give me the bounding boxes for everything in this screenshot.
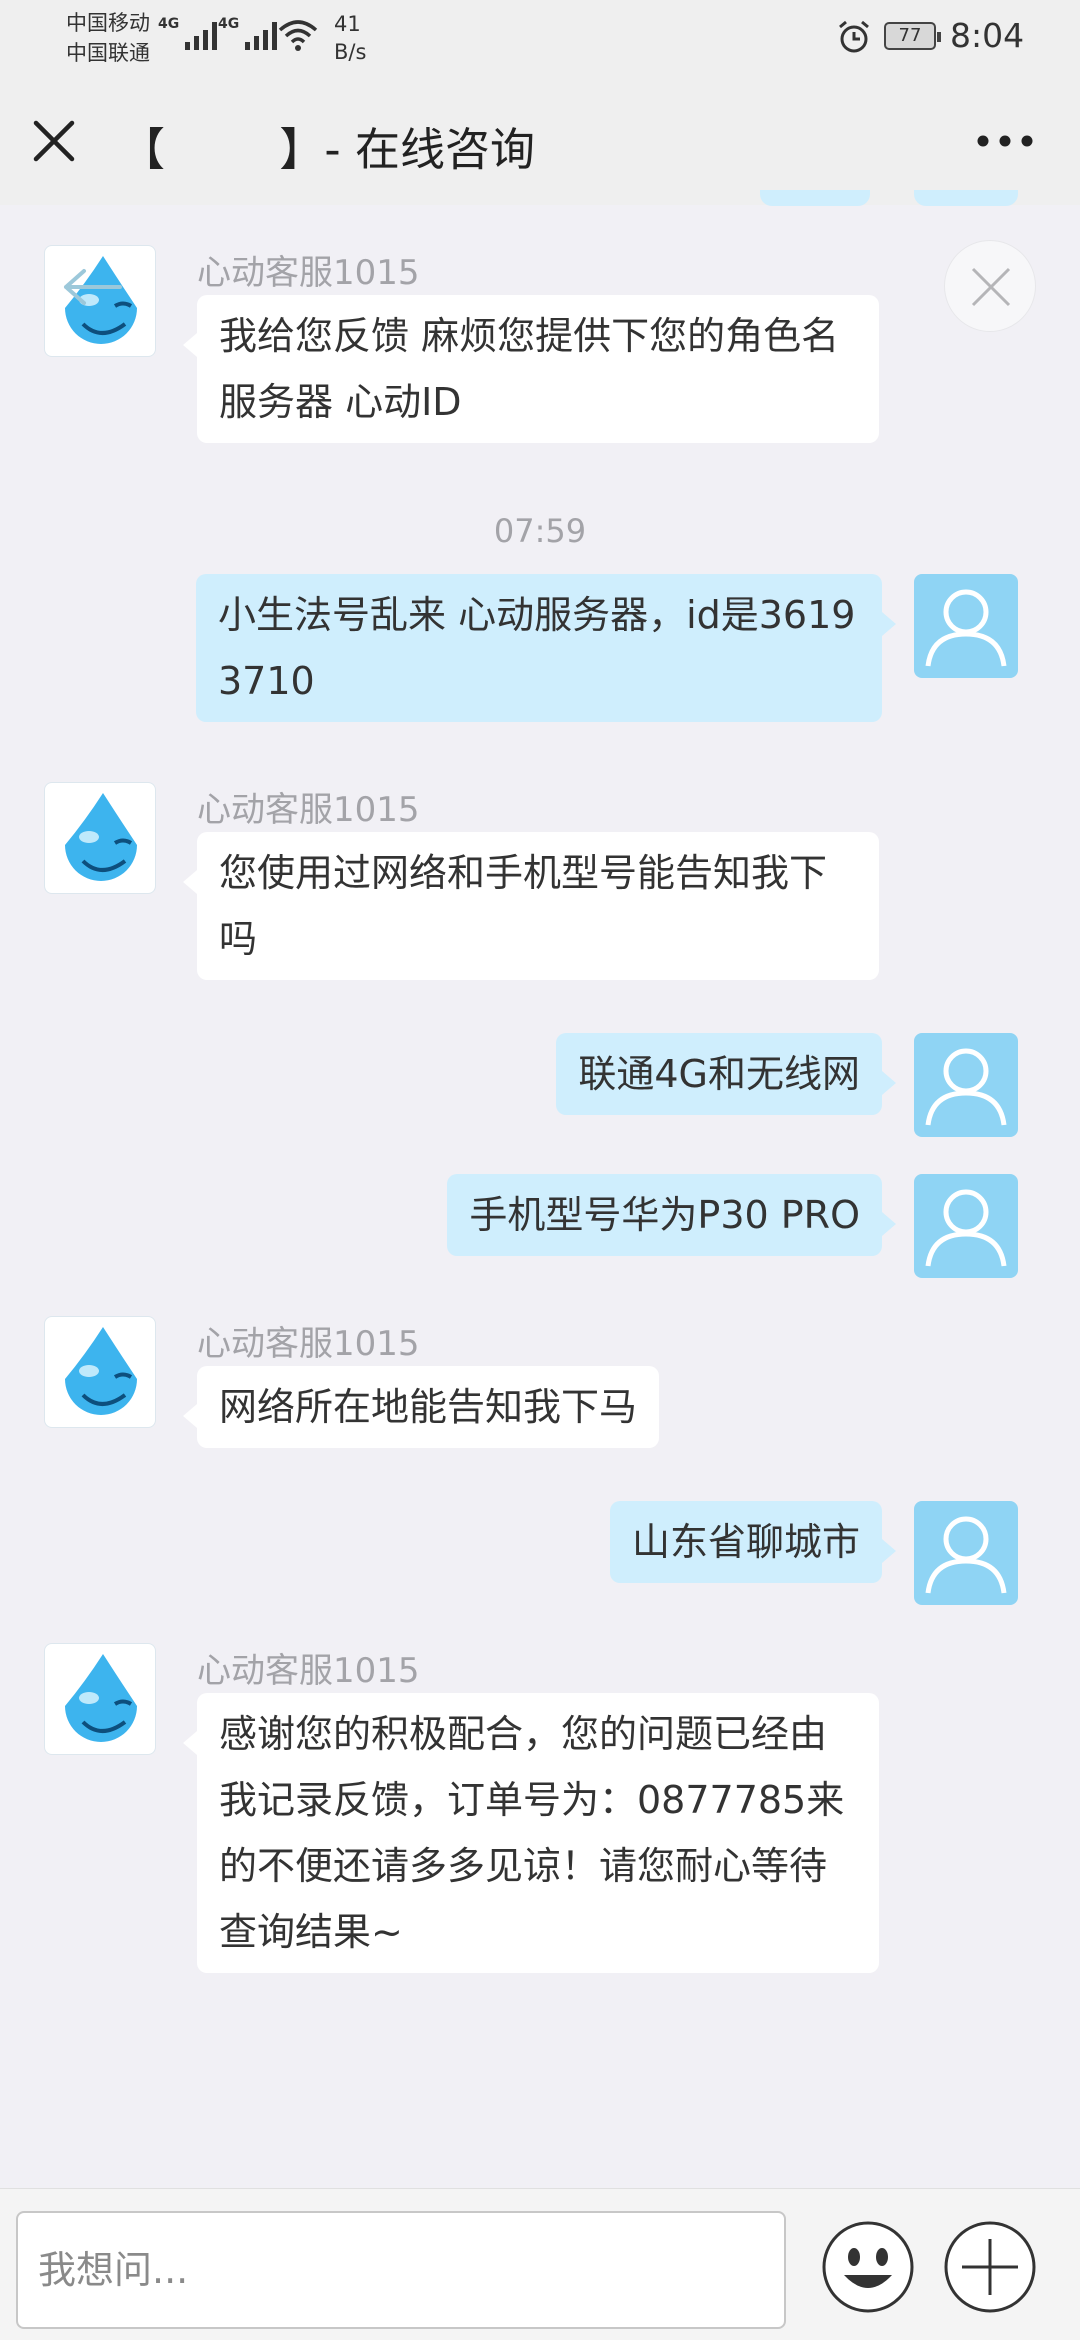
timestamp: 07:59 — [493, 512, 587, 550]
sender-name: 心动客服1015 — [197, 1651, 420, 1691]
incoming-message: 感谢您的积极配合，您的问题已经由我记录反馈，订单号为：0877785来的不便还请… — [183, 1693, 879, 1973]
input-bar — [0, 2188, 1080, 2340]
carrier-1: 中国移动 — [66, 11, 150, 35]
wifi-icon — [278, 20, 318, 51]
previous-avatar-edge — [914, 190, 1018, 206]
outgoing-message: 小生法号乱来 心动服务器，id是36193710 — [196, 574, 896, 722]
close-icon[interactable] — [30, 117, 78, 165]
back-arrow-icon[interactable] — [56, 263, 126, 311]
incoming-message: 您使用过网络和手机型号能告知我下吗 — [183, 832, 879, 980]
plus-icon[interactable] — [942, 2219, 1038, 2315]
outgoing-message: 联通4G和无线网 — [556, 1033, 896, 1115]
network-type-1: 4G — [158, 16, 180, 32]
alarm-icon — [839, 20, 869, 53]
signal-2-icon: 4G — [218, 16, 278, 50]
emoji-icon[interactable] — [820, 2219, 916, 2315]
page-title: 【 】- 在线咨询 — [120, 123, 535, 176]
clock: 8:04 — [950, 16, 1025, 55]
battery-icon: 77 — [884, 22, 941, 50]
outgoing-message: 手机型号华为P30 PRO — [447, 1174, 896, 1256]
user-avatar — [914, 1501, 1018, 1605]
incoming-message: 我给您反馈 麻烦您提供下您的角色名 服务器 心动ID — [183, 295, 879, 443]
close-icon — [971, 267, 1011, 307]
more-icon[interactable] — [975, 133, 1035, 149]
cs-avatar — [44, 1643, 156, 1755]
network-type-2: 4G — [218, 16, 240, 32]
header-bar: 【 】- 在线咨询 — [0, 75, 1080, 205]
carrier-info: 中国移动 中国联通 — [66, 8, 150, 68]
carrier-2: 中国联通 — [66, 41, 150, 65]
floating-close-button[interactable] — [944, 240, 1036, 332]
incoming-message: 网络所在地能告知我下马 — [182, 1366, 660, 1448]
sender-name: 心动客服1015 — [197, 1324, 420, 1364]
speed-value: 41 — [334, 12, 361, 36]
sender-name: 心动客服1015 — [197, 790, 420, 830]
signal-1-icon: 4G — [158, 16, 218, 50]
user-avatar — [914, 574, 1018, 678]
speed-unit: B/s — [334, 40, 367, 64]
outgoing-message: 山东省聊城市 — [609, 1501, 897, 1583]
sender-name: 心动客服1015 — [197, 253, 420, 293]
user-avatar — [914, 1033, 1018, 1137]
cs-avatar — [44, 1316, 156, 1428]
network-speed: 41 B/s — [334, 10, 366, 66]
user-avatar — [914, 1174, 1018, 1278]
message-input[interactable] — [16, 2211, 786, 2329]
status-bar: 中国移动 中国联通 4G 4G 41 B/s 77 8:04 — [0, 0, 1080, 75]
previous-message-edge — [760, 190, 870, 206]
cs-avatar — [44, 782, 156, 894]
